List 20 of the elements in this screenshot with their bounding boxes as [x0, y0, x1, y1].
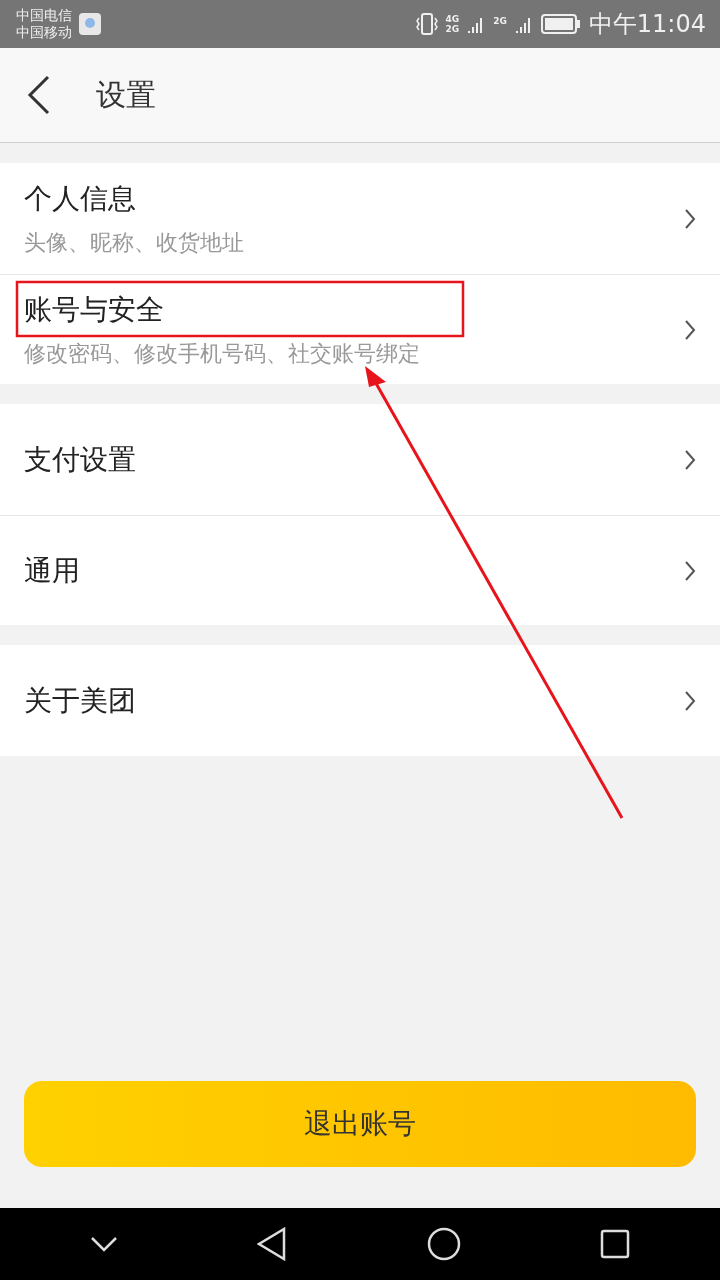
row-title: 通用 — [24, 552, 80, 589]
row-title: 关于美团 — [24, 682, 136, 719]
row-subtitle: 修改密码、修改手机号码、社交账号绑定 — [24, 339, 420, 368]
row-subtitle: 头像、昵称、收货地址 — [24, 228, 244, 257]
carrier-name: 中国移动 — [16, 24, 72, 41]
settings-row[interactable]: 关于美团 — [0, 645, 720, 756]
network-label: 4G — [445, 14, 460, 24]
clock: 中午11:04 — [588, 9, 706, 40]
network-label: 2G — [445, 24, 460, 34]
page-title: 设置 — [96, 75, 156, 114]
carrier-name: 中国电信 — [16, 7, 72, 24]
settings-row[interactable]: 支付设置 — [0, 404, 720, 515]
settings-row[interactable]: 账号与安全 修改密码、修改手机号码、社交账号绑定 — [0, 274, 720, 384]
network-label: 2G — [493, 16, 507, 26]
row-title: 支付设置 — [24, 441, 136, 478]
logout-button[interactable]: 退出账号 — [24, 1081, 696, 1167]
settings-row[interactable]: 个人信息 头像、昵称、收货地址 — [0, 163, 720, 274]
settings-row[interactable]: 通用 — [0, 515, 720, 625]
row-title: 账号与安全 — [24, 291, 164, 328]
row-title: 个人信息 — [24, 180, 136, 217]
